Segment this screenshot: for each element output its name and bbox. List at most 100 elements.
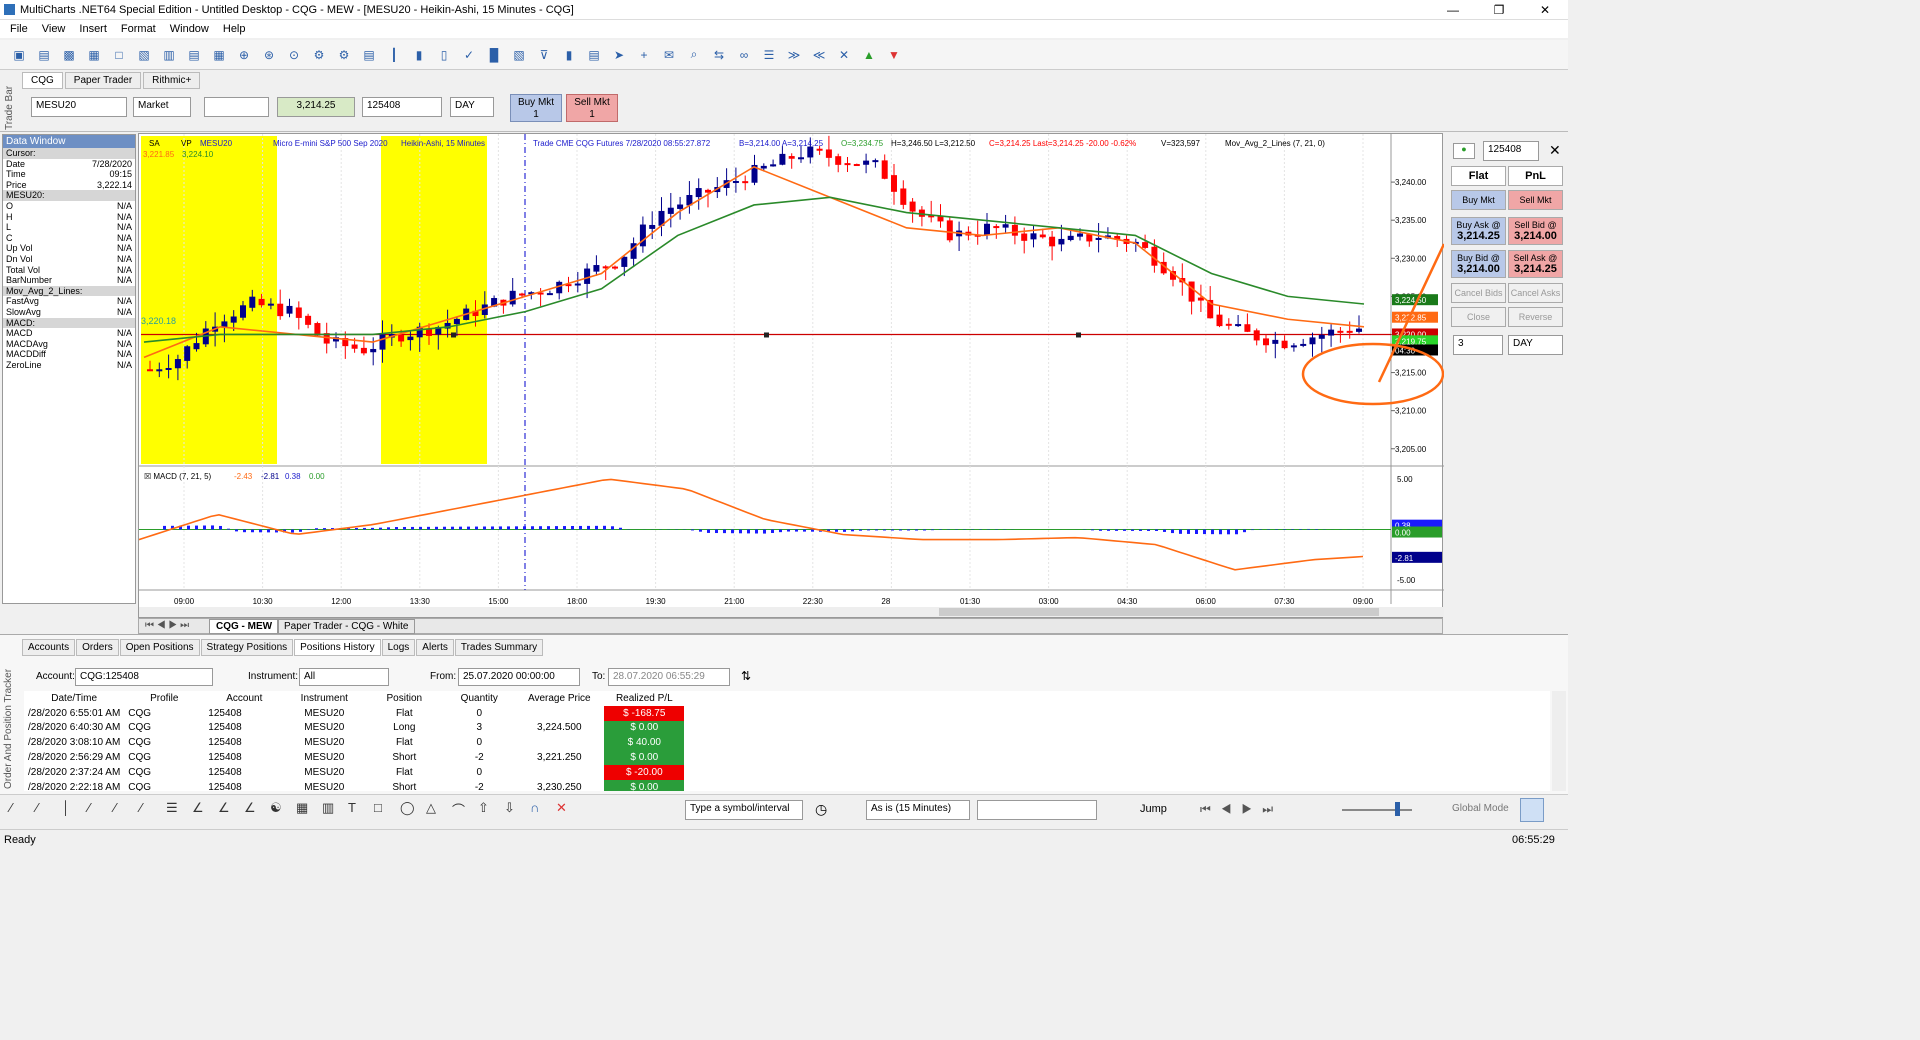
move-icon[interactable]: ✕: [835, 46, 853, 64]
kagi-icon[interactable]: ⊽: [535, 46, 553, 64]
column-header[interactable]: Date/Time: [24, 691, 124, 706]
sell-ask-button[interactable]: Sell Ask @3,214.25: [1508, 250, 1563, 278]
menu-help[interactable]: Help: [223, 23, 246, 35]
scanner-icon[interactable]: ▤: [185, 46, 203, 64]
panel-close-icon[interactable]: ✕: [1549, 142, 1561, 159]
maximize-button[interactable]: ❐: [1476, 0, 1522, 20]
delete-drawings-icon[interactable]: ✕: [556, 800, 582, 819]
open-icon[interactable]: ▤: [35, 46, 53, 64]
column-header[interactable]: Instrument: [284, 691, 364, 706]
trendline-icon[interactable]: ∕: [10, 800, 36, 819]
column-header[interactable]: Account: [204, 691, 284, 706]
strategy-icon[interactable]: ⚙: [310, 46, 328, 64]
signal-icon[interactable]: ⊙: [285, 46, 303, 64]
price-display[interactable]: 3,214.25: [277, 97, 355, 117]
cycle-icon[interactable]: ☯: [270, 800, 296, 819]
jump-button[interactable]: Jump: [1140, 803, 1167, 815]
tracker-scrollbar[interactable]: [1552, 691, 1566, 791]
table-row[interactable]: /28/2020 2:56:29 AM CQG 125408 MESU20 Short -…: [24, 750, 685, 765]
crosshair-mode-icon[interactable]: [1520, 798, 1544, 822]
table-icon[interactable]: ▥: [322, 800, 348, 819]
menu-view[interactable]: View: [42, 23, 66, 35]
sell-market-button[interactable]: Sell Mkt 1: [566, 94, 618, 122]
arrow-up-icon[interactable]: ▲: [860, 46, 878, 64]
menu-format[interactable]: Format: [121, 23, 156, 35]
renko-icon[interactable]: ▧: [510, 46, 528, 64]
compress-icon[interactable]: ≫: [785, 46, 803, 64]
order-type-select[interactable]: Market: [133, 97, 191, 117]
cancel-asks-button[interactable]: Cancel Asks: [1508, 283, 1563, 303]
fan-icon[interactable]: ∕: [140, 800, 166, 819]
date-jump-input[interactable]: [977, 800, 1097, 820]
close-button[interactable]: ✕: [1522, 0, 1568, 20]
window-icon[interactable]: □: [110, 46, 128, 64]
bar-chart-icon[interactable]: ┃: [385, 46, 403, 64]
chart-tab-cqg-mew[interactable]: CQG - MEW: [209, 619, 280, 634]
account-select[interactable]: 125408: [362, 97, 442, 117]
instrument-filter-select[interactable]: All: [299, 668, 389, 686]
column-header[interactable]: Realized P/L: [604, 691, 684, 706]
quantity-stepper[interactable]: 3: [1453, 335, 1503, 355]
insert-drawing-icon[interactable]: ⊛: [260, 46, 278, 64]
chart-icon[interactable]: ▥: [160, 46, 178, 64]
menu-window[interactable]: Window: [170, 23, 209, 35]
pin-icon[interactable]: ⇅: [741, 669, 751, 683]
parallel-icon[interactable]: ∕: [114, 800, 140, 819]
panel-tif-select[interactable]: DAY: [1508, 335, 1563, 355]
heikin-ashi-icon[interactable]: ▮: [560, 46, 578, 64]
zoom-slider-thumb[interactable]: [1395, 802, 1400, 816]
table-row[interactable]: /28/2020 2:37:24 AM CQG 125408 MESU20 Flat 0 $…: [24, 764, 685, 780]
panel-sell-mkt-button[interactable]: Sell Mkt: [1508, 190, 1563, 210]
tab-paper-trader[interactable]: Paper Trader: [64, 72, 142, 89]
tab-positions-history[interactable]: Positions History: [294, 639, 381, 656]
comment-icon[interactable]: ✉: [660, 46, 678, 64]
column-header[interactable]: Average Price: [514, 691, 604, 706]
panel-buy-mkt-button[interactable]: Buy Mkt: [1451, 190, 1506, 210]
line-chart-icon[interactable]: ✓: [460, 46, 478, 64]
tab-open-positions[interactable]: Open Positions: [119, 639, 200, 656]
symbol-input[interactable]: MESU20: [31, 97, 127, 117]
buy-ask-button[interactable]: Buy Ask @3,214.25: [1451, 217, 1506, 245]
channel-icon[interactable]: ∕: [88, 800, 114, 819]
workspace-icon[interactable]: ▧: [135, 46, 153, 64]
navigation-icons[interactable]: ⏮◀▶⏭: [1200, 802, 1283, 817]
dom-icon[interactable]: ▦: [210, 46, 228, 64]
close-position-button[interactable]: Close: [1451, 307, 1506, 327]
candle-icon[interactable]: ▮: [410, 46, 428, 64]
triangle-icon[interactable]: △: [426, 800, 452, 819]
global-mode-button[interactable]: Global Mode: [1452, 803, 1509, 814]
reverse-button[interactable]: Reverse: [1508, 307, 1563, 327]
account-filter-select[interactable]: CQG:125408: [75, 668, 213, 686]
ray-icon[interactable]: ∕: [36, 800, 62, 819]
crosshair-icon[interactable]: +: [635, 46, 653, 64]
volume-icon[interactable]: ▤: [585, 46, 603, 64]
up-arrow-draw-icon[interactable]: ⇧: [478, 800, 504, 819]
cancel-bids-button[interactable]: Cancel Bids: [1451, 283, 1506, 303]
tab-rithmic[interactable]: Rithmic+: [143, 72, 201, 89]
tab-cqg[interactable]: CQG: [22, 72, 63, 89]
link-icon[interactable]: ∞: [735, 46, 753, 64]
buy-market-button[interactable]: Buy Mkt 1: [510, 94, 562, 122]
angle-icon[interactable]: ∠: [192, 800, 218, 819]
point-figure-icon[interactable]: █: [485, 46, 503, 64]
save-icon[interactable]: ▩: [60, 46, 78, 64]
table-row[interactable]: /28/2020 6:55:01 AM CQG 125408 MESU20 Flat 0 $…: [24, 705, 685, 721]
chart-window[interactable]: 3,240.003,235.003,230.003,225.003,220.00…: [138, 133, 1446, 618]
grid-icon[interactable]: ▦: [296, 800, 322, 819]
arrow-down-icon[interactable]: ▼: [885, 46, 903, 64]
column-header[interactable]: Profile: [124, 691, 204, 706]
speed-lines-icon[interactable]: ∠: [244, 800, 270, 819]
interval-select[interactable]: As is (15 Minutes): [866, 800, 970, 820]
column-header[interactable]: Position: [364, 691, 444, 706]
table-row[interactable]: /28/2020 6:40:30 AM CQG 125408 MESU20 Long 3 3…: [24, 720, 685, 736]
ellipse-icon[interactable]: ◯: [400, 800, 426, 819]
sell-bid-button[interactable]: Sell Bid @3,214.00: [1508, 217, 1563, 245]
clock-icon[interactable]: ◷: [815, 801, 827, 818]
minimize-button[interactable]: —: [1430, 0, 1476, 20]
spacing-icon[interactable]: ☰: [760, 46, 778, 64]
hollow-candle-icon[interactable]: ▯: [435, 46, 453, 64]
tab-orders[interactable]: Orders: [76, 639, 119, 656]
fibonacci-icon[interactable]: ☰: [166, 800, 192, 819]
pointer-icon[interactable]: ➤: [610, 46, 628, 64]
menu-insert[interactable]: Insert: [79, 23, 107, 35]
